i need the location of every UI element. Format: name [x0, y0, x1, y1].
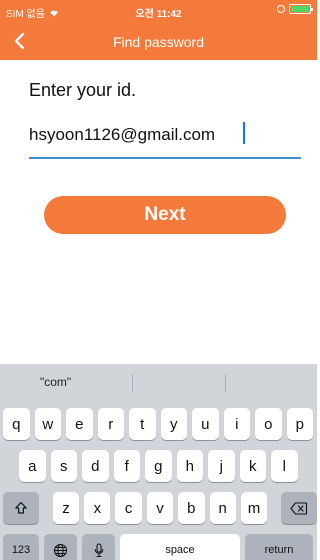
suggestion-1[interactable]: "com": [0, 364, 132, 400]
key-t[interactable]: t: [129, 408, 156, 440]
key-row-2: a s d f g h j k l: [0, 450, 317, 482]
globe-icon: [53, 543, 68, 557]
keyboard: "com" q w e r t y u i o p a s d f g h j …: [0, 364, 317, 560]
key-w[interactable]: w: [34, 408, 61, 440]
id-prompt-label: Enter your id.: [29, 80, 137, 100]
key-r[interactable]: r: [97, 408, 124, 440]
nav-bar: Find password: [0, 22, 317, 60]
key-m[interactable]: m: [240, 492, 268, 524]
alarm-icon: [277, 5, 285, 13]
next-button[interactable]: Next: [44, 196, 286, 234]
key-j[interactable]: j: [208, 450, 235, 482]
globe-key[interactable]: [44, 534, 77, 560]
shift-icon: [15, 501, 27, 514]
key-e[interactable]: e: [66, 408, 93, 440]
key-v[interactable]: v: [146, 492, 174, 524]
id-input[interactable]: [29, 116, 301, 154]
suggestion-bar: "com": [0, 364, 317, 400]
key-a[interactable]: a: [19, 450, 46, 482]
text-caret: [243, 122, 245, 144]
backspace-key[interactable]: [281, 492, 317, 524]
input-underline: [29, 157, 301, 159]
status-time: 오전 11:42: [135, 9, 182, 20]
key-h[interactable]: h: [176, 450, 203, 482]
page-title: Find password: [112, 34, 205, 50]
return-key[interactable]: return: [245, 534, 313, 560]
dictation-key[interactable]: [82, 534, 115, 560]
key-f[interactable]: f: [113, 450, 140, 482]
suggestion-3[interactable]: [224, 364, 317, 400]
status-right: [277, 4, 313, 14]
id-field[interactable]: [29, 116, 301, 160]
key-g[interactable]: g: [145, 450, 172, 482]
key-n[interactable]: n: [209, 492, 236, 524]
key-i[interactable]: i: [223, 408, 250, 440]
shift-key[interactable]: [3, 492, 39, 524]
key-c[interactable]: c: [115, 492, 142, 524]
key-b[interactable]: b: [178, 492, 205, 524]
key-y[interactable]: y: [160, 408, 187, 440]
key-u[interactable]: u: [192, 408, 219, 440]
key-z[interactable]: z: [52, 492, 80, 524]
key-d[interactable]: d: [82, 450, 109, 482]
status-bar: SIM 없음 오전 11:42: [0, 0, 317, 22]
key-x[interactable]: x: [84, 492, 111, 524]
backspace-icon: [290, 501, 308, 515]
suggestion-2[interactable]: [132, 364, 224, 400]
key-p[interactable]: p: [286, 408, 313, 440]
find-password-screen: SIM 없음 오전 11:42 Find password Enter your…: [0, 0, 317, 560]
key-row-4: 123 space return: [0, 534, 317, 560]
key-k[interactable]: k: [239, 450, 266, 482]
battery-icon: [289, 4, 313, 14]
header: SIM 없음 오전 11:42 Find password: [0, 0, 317, 60]
microphone-icon: [94, 542, 103, 557]
space-key[interactable]: space: [120, 534, 240, 560]
key-row-3: z x c v b n m: [0, 492, 317, 524]
key-row-1: q w e r t y u i o p: [0, 408, 317, 440]
key-o[interactable]: o: [255, 408, 282, 440]
key-s[interactable]: s: [50, 450, 77, 482]
key-l[interactable]: l: [271, 450, 298, 482]
key-q[interactable]: q: [3, 408, 30, 440]
numbers-key[interactable]: 123: [3, 534, 39, 560]
